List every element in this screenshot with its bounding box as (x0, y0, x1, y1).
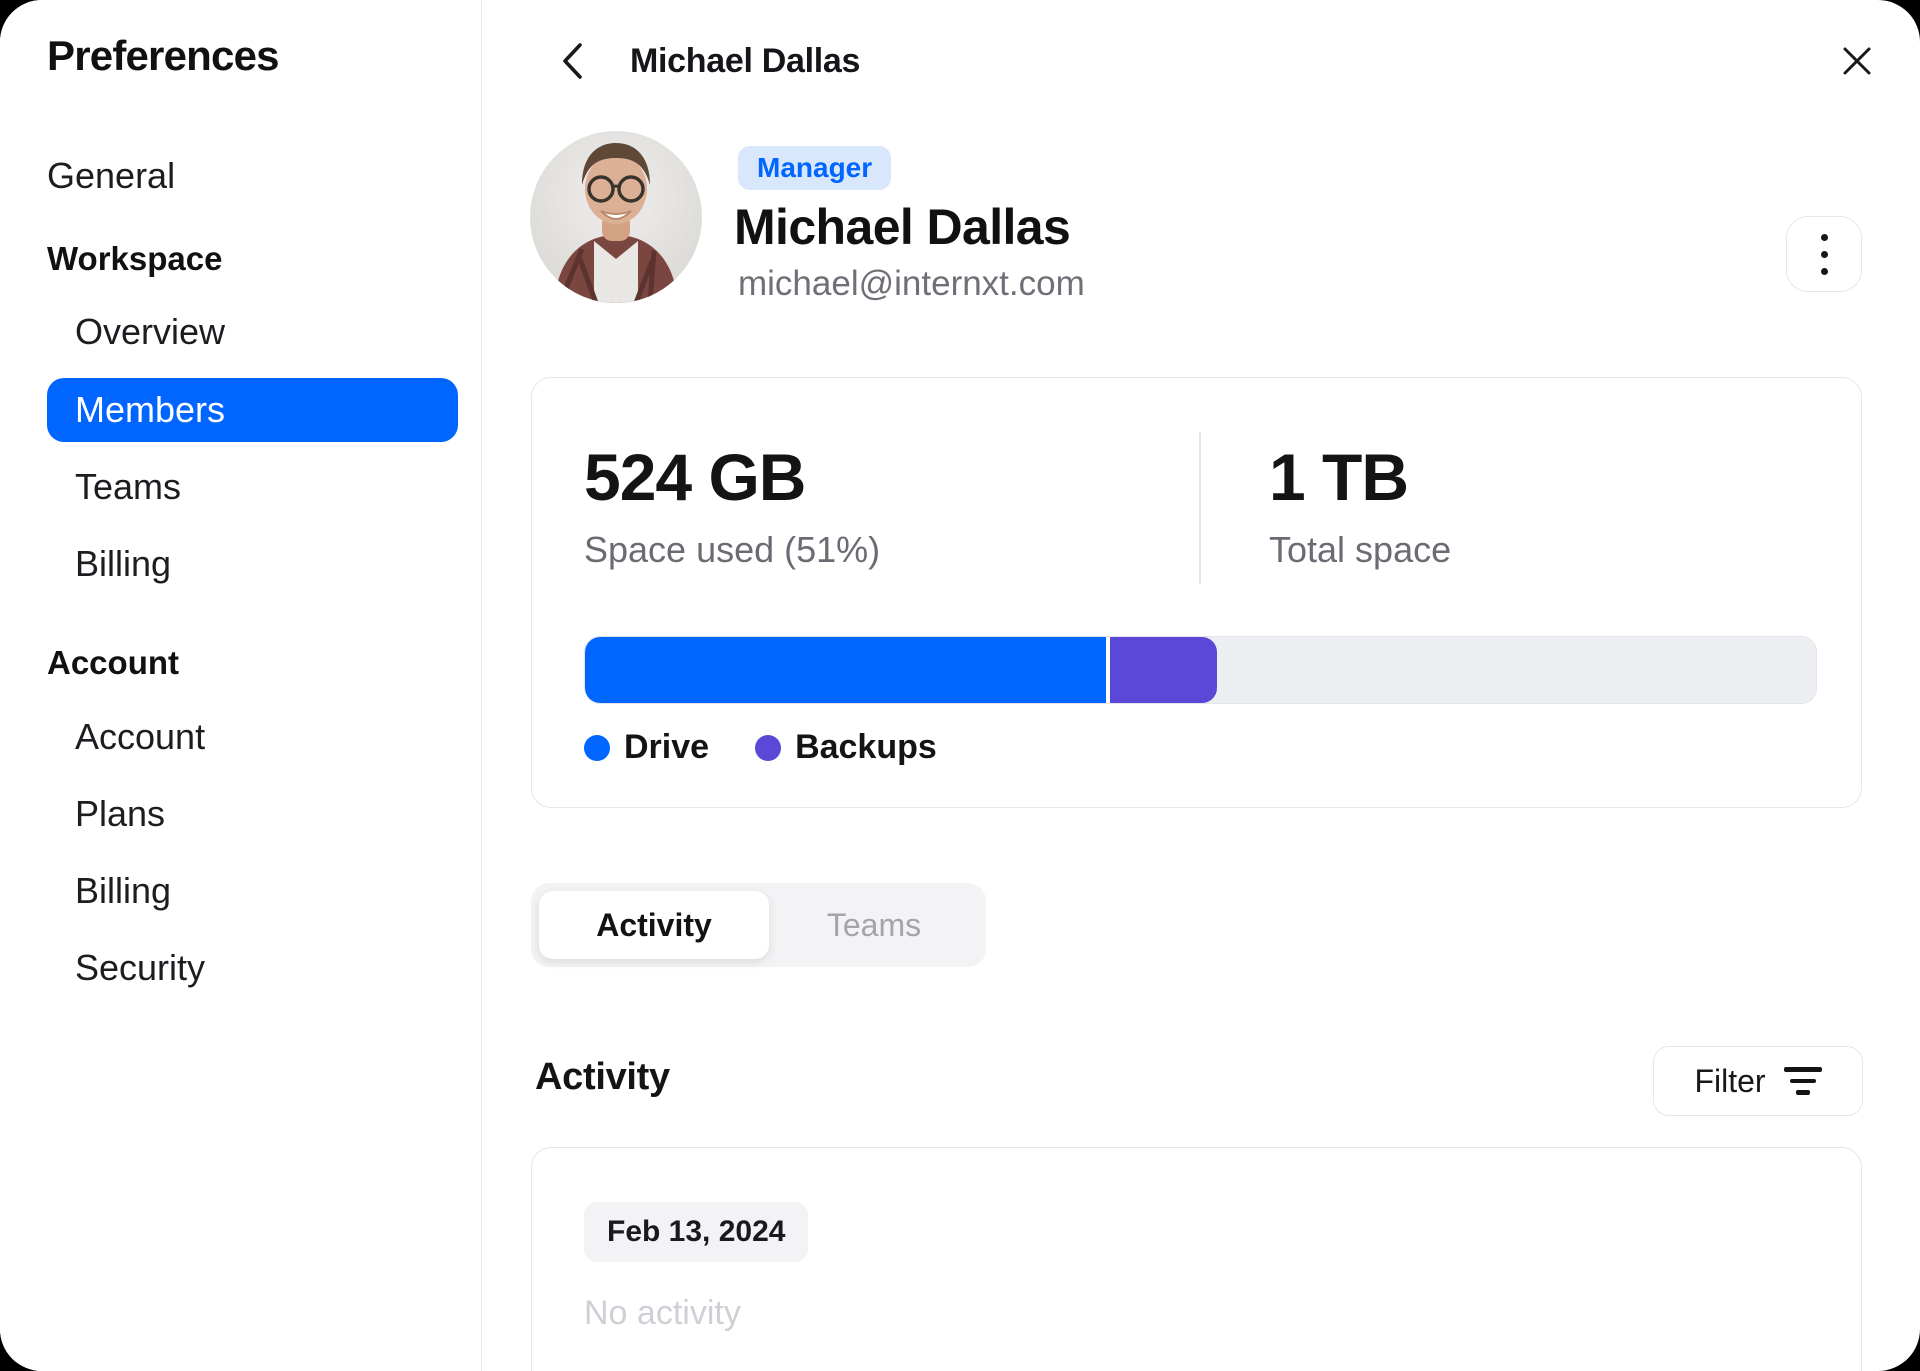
sidebar-title: Preferences (47, 32, 280, 79)
close-icon (1843, 47, 1871, 75)
total-space-value: 1 TB (1269, 440, 1409, 514)
role-badge: Manager (738, 146, 892, 190)
legend-item-backups: Backups (755, 728, 937, 767)
preferences-window: Preferences General Workspace Overview M… (0, 0, 1920, 1371)
back-button[interactable] (548, 38, 596, 84)
backups-legend-dot (755, 734, 782, 761)
tab-teams[interactable]: Teams (769, 891, 979, 959)
backups-legend-label: Backups (795, 728, 937, 766)
legend-item-drive: Drive (584, 728, 709, 767)
chevron-left-icon (563, 43, 582, 79)
activity-card: Feb 13, 2024 No activity (531, 1147, 1862, 1371)
drive-legend-label: Drive (624, 728, 710, 766)
kebab-menu-icon (1820, 233, 1828, 241)
sidebar-item-members[interactable]: Members (47, 378, 458, 442)
sidebar-section-workspace: Workspace (47, 240, 223, 277)
usage-bar-drive-segment (585, 637, 1106, 703)
close-button[interactable] (1828, 32, 1886, 90)
space-used-value: 524 GB (584, 440, 806, 514)
page-title: Michael Dallas (630, 42, 861, 80)
usage-legend: Drive Backups (584, 728, 937, 767)
sidebar-item-billing-workspace[interactable]: Billing (75, 541, 171, 587)
total-space-caption: Total space (1269, 529, 1452, 570)
sidebar: Preferences General Workspace Overview M… (0, 0, 482, 1371)
member-options-button[interactable] (1786, 216, 1862, 292)
stats-divider (1199, 432, 1201, 584)
tab-activity[interactable]: Activity (539, 891, 769, 959)
filter-button-label: Filter (1694, 1062, 1766, 1099)
storage-usage-bar (584, 636, 1817, 704)
drive-legend-dot (584, 734, 610, 761)
member-name: Michael Dallas (734, 199, 1071, 255)
sidebar-item-security[interactable]: Security (75, 945, 205, 991)
sidebar-item-general[interactable]: General (47, 153, 175, 199)
sidebar-item-billing-account[interactable]: Billing (75, 868, 171, 914)
sidebar-item-account[interactable]: Account (75, 714, 205, 760)
activity-heading: Activity (535, 1056, 670, 1098)
sidebar-item-overview[interactable]: Overview (75, 309, 225, 355)
space-used-caption: Space used (51%) (584, 529, 881, 570)
filter-button[interactable]: Filter (1653, 1046, 1863, 1116)
filter-lines-icon (1783, 1067, 1822, 1095)
detail-tabs: Activity Teams (531, 883, 986, 967)
member-email: michael@internxt.com (738, 264, 1085, 303)
avatar (530, 131, 702, 303)
sidebar-section-account: Account (47, 644, 179, 681)
activity-empty-text: No activity (584, 1294, 741, 1332)
storage-card: 524 GB Space used (51%) 1 TB Total space… (531, 377, 1862, 808)
sidebar-item-plans[interactable]: Plans (75, 791, 165, 837)
usage-bar-backups-segment (1109, 637, 1217, 703)
sidebar-item-members-label: Members (75, 389, 226, 430)
activity-date-chip: Feb 13, 2024 (584, 1202, 809, 1262)
sidebar-item-teams[interactable]: Teams (75, 464, 181, 510)
